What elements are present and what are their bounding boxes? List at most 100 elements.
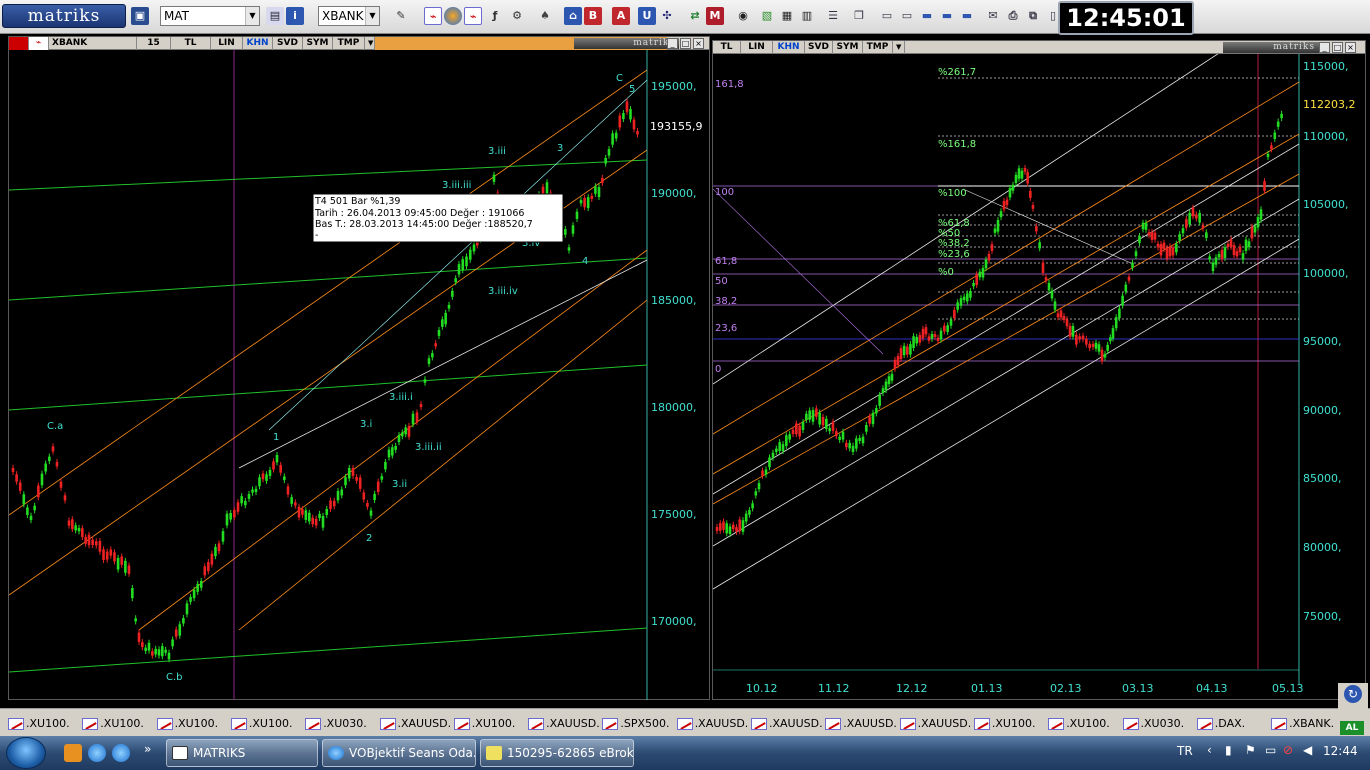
symbol-tab[interactable]: .XAUUSD. <box>825 715 897 733</box>
clock-display: 12:45:01 <box>1058 1 1194 35</box>
bell-icon[interactable]: ♠ <box>536 7 554 25</box>
symbol-tab[interactable]: .XU030. <box>1122 715 1184 733</box>
symbol-tab[interactable]: .XU030. <box>305 715 367 733</box>
maximize-icon[interactable]: □ <box>1332 42 1343 53</box>
monitor-icon[interactable]: ▭ <box>1265 743 1276 757</box>
exchange-icon[interactable]: ⇄ <box>686 7 704 25</box>
al-badge[interactable]: AL <box>1340 721 1364 735</box>
flag-icon[interactable]: ⚑ <box>1245 743 1256 757</box>
symbol-tab[interactable]: .XAUUSD. <box>899 715 971 733</box>
list-icon[interactable]: ☰ <box>824 7 842 25</box>
tile-blue-icon[interactable]: ▬ <box>958 7 976 25</box>
ie-icon[interactable] <box>88 744 106 762</box>
mail-icon[interactable]: ✉ <box>984 7 1002 25</box>
symbol-tab[interactable]: XBANK <box>49 37 137 50</box>
bold-b-icon[interactable]: B <box>584 7 602 25</box>
pie-chart-icon[interactable] <box>444 7 462 25</box>
chevron-left-icon[interactable]: ‹ <box>1207 743 1212 757</box>
svd-tab[interactable]: SVD <box>805 41 833 54</box>
sym-tab[interactable]: SYM <box>833 41 863 54</box>
chevron-down-icon[interactable]: ▼ <box>365 37 375 50</box>
tray-clock[interactable]: 12:44 <box>1323 744 1358 758</box>
currency-tab[interactable]: TL <box>171 37 211 50</box>
candle-body <box>233 509 236 518</box>
tmp-tab[interactable]: TMP <box>863 41 893 54</box>
formula-icon[interactable]: ƒ <box>486 7 504 25</box>
sym-tab[interactable]: SYM <box>303 37 333 50</box>
svd-tab[interactable]: SVD <box>273 37 303 50</box>
language-indicator[interactable]: TR <box>1177 744 1193 758</box>
symbol-tab[interactable]: .XU100. <box>8 715 70 733</box>
settings-icon[interactable]: ⚙ <box>508 7 526 25</box>
tmp-tab[interactable]: TMP <box>333 37 365 50</box>
home-icon[interactable]: ⌂ <box>564 7 582 25</box>
start-button[interactable] <box>6 737 46 769</box>
symbol-tab[interactable]: .XAUUSD. <box>528 715 600 733</box>
print-icon[interactable]: ⎙ <box>1004 7 1022 25</box>
tile-blue-icon[interactable]: ▬ <box>918 7 936 25</box>
candle-body <box>871 412 875 425</box>
lin-tab[interactable]: LIN <box>211 37 243 50</box>
symbol-tab[interactable]: .XAUUSD. <box>676 715 748 733</box>
symbol-tab[interactable]: .XU100. <box>82 715 144 733</box>
ie-icon[interactable] <box>112 744 130 762</box>
symbol-tab[interactable]: .XAUUSD. <box>751 715 823 733</box>
candle-body <box>1091 343 1095 348</box>
close-icon[interactable]: × <box>1345 42 1356 53</box>
maximize-icon[interactable]: □ <box>680 38 691 49</box>
chevron-down-icon[interactable]: ▼ <box>365 7 379 25</box>
save-icon[interactable]: ▣ <box>131 7 149 25</box>
pen-icon[interactable]: ✎ <box>392 7 410 25</box>
minimize-icon[interactable]: _ <box>667 38 678 49</box>
right-price-chart[interactable]: %261,7 %161,8 %100 %61,8 %50 %38,2 %23,6… <box>713 54 1365 699</box>
symbol-tab[interactable]: .XBANK. <box>1271 715 1334 733</box>
symbol-tab[interactable]: .DAX. <box>1196 715 1245 733</box>
m-icon[interactable]: M <box>706 7 724 25</box>
currency-tab[interactable]: TL <box>713 41 741 54</box>
symbol-tab[interactable]: .XU100. <box>973 715 1035 733</box>
tile-icon[interactable]: ▭ <box>898 7 916 25</box>
eye-icon[interactable]: ◉ <box>734 7 752 25</box>
folder-icon[interactable] <box>64 744 82 762</box>
tile-blue-icon[interactable]: ▬ <box>938 7 956 25</box>
chart-icon[interactable]: ⌁ <box>464 7 482 25</box>
network-icon[interactable]: ✣ <box>658 7 676 25</box>
letter-a-icon[interactable]: A <box>612 7 630 25</box>
image-icon[interactable]: ▧ <box>758 7 776 25</box>
volume-icon[interactable]: ◀ <box>1303 743 1312 757</box>
close-icon[interactable]: × <box>693 38 704 49</box>
khn-tab[interactable]: KHN <box>773 41 805 54</box>
table-icon[interactable]: ▤ <box>266 7 284 25</box>
period-tab[interactable]: 15 <box>137 37 171 50</box>
template-select[interactable]: MAT ▼ <box>160 6 260 26</box>
symbol-select[interactable]: XBANK ▼ <box>318 6 380 26</box>
symbol-tab[interactable]: .SPX500. <box>602 715 670 733</box>
task-vobjektif[interactable]: VOBjektif Seans Oda... <box>322 739 476 767</box>
grid-icon[interactable]: ▥ <box>798 7 816 25</box>
more-icon[interactable]: » <box>144 742 151 756</box>
line-chart-icon[interactable]: ⌁ <box>424 7 442 25</box>
task-ebrok[interactable]: 150295-62865 eBrok... <box>480 739 634 767</box>
symbol-tab[interactable]: .XU100. <box>453 715 515 733</box>
symbol-tab[interactable]: .XU100. <box>1048 715 1110 733</box>
khn-tab[interactable]: KHN <box>243 37 273 50</box>
refresh-icon[interactable]: ↻ <box>1344 685 1362 703</box>
symbol-tab[interactable]: .XAUUSD. <box>379 715 451 733</box>
tile-icon[interactable]: ▭ <box>878 7 896 25</box>
symbol-tab[interactable]: .XU100. <box>230 715 292 733</box>
copy-icon[interactable]: ⧉ <box>1024 7 1042 25</box>
minimize-icon[interactable]: _ <box>1319 42 1330 53</box>
task-matriks[interactable]: MATRIKS <box>166 739 318 767</box>
window-icon[interactable]: ❐ <box>850 7 868 25</box>
left-price-chart[interactable]: C.a C.b 1 2 3.i 3.ii 3.iii.i 3.iii.ii 3.… <box>9 50 709 700</box>
chart-type-icon[interactable]: ⌁ <box>29 37 49 50</box>
letter-u-icon[interactable]: U <box>638 7 656 25</box>
chevron-down-icon[interactable]: ▼ <box>893 41 905 54</box>
info-icon[interactable]: i <box>286 7 304 25</box>
calculator-icon[interactable]: ▦ <box>778 7 796 25</box>
chevron-down-icon[interactable]: ▼ <box>245 7 259 25</box>
symbol-tab[interactable]: .XU100. <box>156 715 218 733</box>
network-icon[interactable]: ▮ <box>1225 743 1232 757</box>
lin-tab[interactable]: LIN <box>741 41 773 54</box>
stop-icon[interactable]: ⊘ <box>1283 743 1293 757</box>
